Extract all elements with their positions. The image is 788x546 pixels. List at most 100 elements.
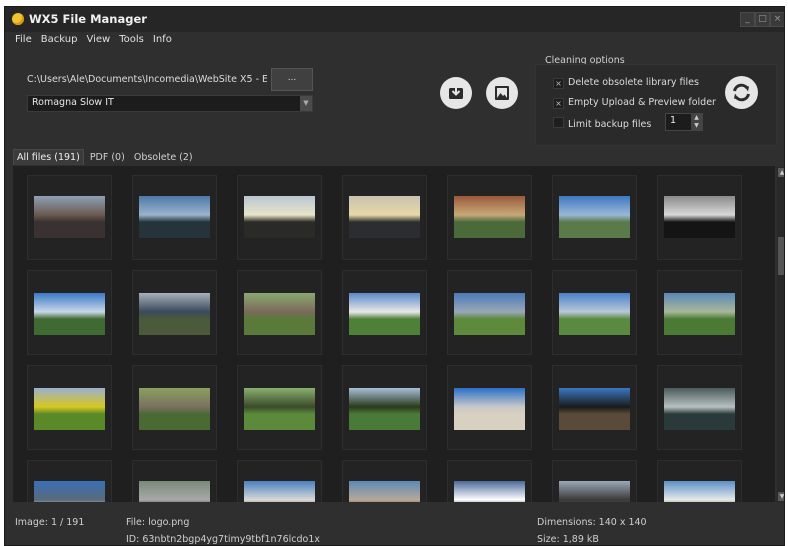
thumbnail-image [559, 388, 630, 430]
tab-pdf[interactable]: PDF (0) [87, 150, 128, 165]
checkbox-delete-obsolete[interactable]: × [553, 78, 564, 89]
menu-bar: File Backup View Tools Info [5, 34, 172, 50]
status-file-name: File: logo.png [126, 517, 190, 528]
checkbox-limit-backup[interactable] [553, 117, 564, 128]
scrollbar-thumb[interactable] [778, 237, 784, 275]
export-button[interactable] [440, 77, 472, 109]
project-select[interactable]: Romagna Slow IT ▼ [27, 95, 313, 112]
thumbnail-image [244, 481, 315, 502]
thumbnail-tile[interactable] [552, 460, 637, 502]
thumbnail-image [34, 196, 105, 238]
thumbnail-image [139, 293, 210, 335]
vertical-scrollbar[interactable]: ▲ ▼ [777, 167, 784, 502]
thumbnail-tile[interactable] [342, 365, 427, 450]
thumbnail-tile[interactable] [27, 175, 112, 260]
thumbnail-image [559, 293, 630, 335]
status-size: Size: 1,89 kB [537, 534, 599, 545]
refresh-button[interactable] [725, 76, 758, 109]
thumbnail-image [559, 481, 630, 502]
scroll-down-icon[interactable]: ▼ [778, 492, 784, 501]
menu-backup[interactable]: Backup [41, 34, 78, 45]
thumbnail-tile[interactable] [132, 365, 217, 450]
thumbnail-tile[interactable] [342, 270, 427, 355]
thumbnail-tile[interactable] [552, 175, 637, 260]
status-image-index: Image: 1 / 191 [15, 517, 85, 528]
thumbnail-image [244, 388, 315, 430]
thumbnail-tile[interactable] [657, 365, 742, 450]
thumbnail-tile[interactable] [552, 365, 637, 450]
thumbnail-tile[interactable] [447, 175, 532, 260]
thumbnail-image [34, 388, 105, 430]
thumbnail-tile[interactable] [342, 460, 427, 502]
app-window: WX5 File Manager _ □ × File Backup View … [4, 6, 785, 546]
status-bar: Image: 1 / 191 File: logo.png ID: 63nbtn… [5, 507, 784, 545]
option-delete-obsolete[interactable]: × Delete obsolete library files [553, 77, 699, 89]
thumbnail-tile[interactable] [657, 175, 742, 260]
thumbnail-image [139, 388, 210, 430]
thumbnail-tile[interactable] [132, 175, 217, 260]
thumbnail-image [454, 196, 525, 238]
thumbnail-image [664, 481, 735, 502]
close-button[interactable]: × [770, 12, 784, 27]
browse-button[interactable]: ... [271, 68, 313, 91]
thumbnail-tile[interactable] [447, 270, 532, 355]
thumbnail-image [559, 196, 630, 238]
thumbnail-image [34, 293, 105, 335]
option-label: Limit backup files [568, 119, 652, 130]
refresh-icon [733, 83, 750, 102]
images-button[interactable] [486, 77, 518, 109]
option-empty-upload[interactable]: × Empty Upload & Preview folder [553, 97, 716, 109]
thumbnail-image [664, 293, 735, 335]
tab-all-files[interactable]: All files (191) [13, 149, 84, 165]
thumbnail-tile[interactable] [657, 460, 742, 502]
thumbnail-image [244, 196, 315, 238]
scroll-up-icon[interactable]: ▲ [778, 168, 784, 177]
status-file-id: ID: 63nbtn2bgp4yg7timy9tbf1n76lcdo1x [126, 534, 321, 545]
project-select-value: Romagna Slow IT [32, 97, 114, 108]
thumbnail-image [664, 388, 735, 430]
backup-limit-stepper[interactable]: 1 ▲ ▼ [665, 113, 703, 131]
thumbnail-tile[interactable] [27, 270, 112, 355]
project-path: C:\Users\Ale\Documents\Incomedia\WebSite… [27, 74, 267, 85]
maximize-button[interactable]: □ [755, 12, 770, 27]
option-limit-backup[interactable]: Limit backup files [553, 117, 651, 130]
option-label: Empty Upload & Preview folder [568, 97, 716, 108]
thumbnail-tile[interactable] [447, 460, 532, 502]
file-tabs: All files (191) PDF (0) Obsolete (2) [13, 149, 196, 165]
thumbnail-tile[interactable] [27, 365, 112, 450]
menu-info[interactable]: Info [153, 34, 172, 45]
thumbnail-tile[interactable] [552, 270, 637, 355]
thumbnail-tile[interactable] [132, 270, 217, 355]
thumbnail-image [349, 293, 420, 335]
menu-file[interactable]: File [15, 34, 32, 45]
thumbnail-image [349, 196, 420, 238]
checkbox-empty-upload[interactable]: × [553, 98, 564, 109]
download-box-icon [449, 85, 463, 99]
stepper-arrows-icon[interactable]: ▲ ▼ [691, 114, 702, 130]
chevron-down-icon[interactable]: ▼ [300, 96, 312, 111]
tab-obsolete[interactable]: Obsolete (2) [131, 150, 196, 165]
window-title: WX5 File Manager [29, 12, 147, 26]
minimize-button[interactable]: _ [740, 12, 755, 27]
thumbnail-image [349, 481, 420, 502]
thumbnail-tile[interactable] [237, 365, 322, 450]
thumbnail-image [349, 388, 420, 430]
thumbnail-tile[interactable] [237, 270, 322, 355]
menu-tools[interactable]: Tools [119, 34, 144, 45]
thumbnail-image [34, 481, 105, 502]
backup-limit-value: 1 [670, 115, 677, 126]
thumbnail-tile[interactable] [657, 270, 742, 355]
thumbnail-tile[interactable] [447, 365, 532, 450]
status-dimensions: Dimensions: 140 x 140 [537, 517, 647, 528]
thumbnail-image [139, 196, 210, 238]
menu-view[interactable]: View [86, 34, 110, 45]
thumbnail-grid [13, 166, 775, 502]
thumbnail-image [664, 196, 735, 238]
option-label: Delete obsolete library files [568, 77, 699, 88]
thumbnail-tile[interactable] [27, 460, 112, 502]
thumbnail-tile[interactable] [237, 460, 322, 502]
thumbnail-tile[interactable] [342, 175, 427, 260]
thumbnail-tile[interactable] [237, 175, 322, 260]
thumbnail-image [244, 293, 315, 335]
thumbnail-tile[interactable] [132, 460, 217, 502]
